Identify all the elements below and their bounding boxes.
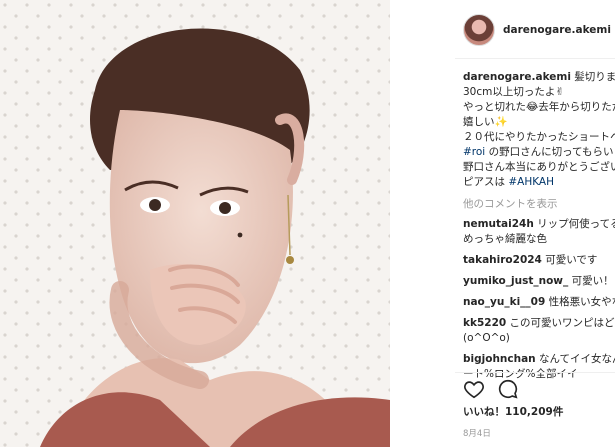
header-username[interactable]: darenogare.akemi (503, 23, 611, 38)
action-bar (463, 378, 519, 400)
comment-item: nemutai24h リップ何使ってる？ めっちゃ綺麗な色 (463, 217, 615, 247)
view-more-comments-link[interactable]: 他のコメントを表示 (463, 197, 558, 212)
divider (455, 372, 615, 373)
comment-text: なんてイイ女なんだ (539, 353, 615, 365)
divider (455, 58, 615, 59)
caption-username[interactable]: darenogare.akemi (463, 71, 571, 83)
comment-text-2: めっちゃ綺麗な色 (463, 233, 547, 245)
comment-text: この可愛いワンピはどこの？ (509, 317, 615, 329)
caption-line-4: 嬉しい✨ (463, 116, 508, 128)
post-details-panel: darenogare.akemi darenogare.akemi 髪切りました… (455, 0, 615, 447)
post-photo[interactable] (0, 0, 390, 447)
comment-icon[interactable] (497, 378, 519, 400)
avatar[interactable] (463, 14, 495, 46)
caption-line-8: ピアスは (463, 176, 505, 188)
comment-item: kk5220 この可愛いワンピはどこの？ (o^O^o) (463, 316, 615, 346)
comment-username[interactable]: kk5220 (463, 317, 506, 329)
likes-label: いいね！ (463, 406, 505, 418)
comment-username[interactable]: yumiko_just_now_ (463, 275, 568, 287)
caption-line-6: の野口さんに切ってもらいました (488, 146, 615, 158)
post-header: darenogare.akemi (463, 12, 611, 48)
heart-icon[interactable] (463, 378, 485, 400)
caption-line-5: ２０代にやりたかったショートヘア (463, 131, 615, 143)
hashtag-ahkah[interactable]: #AHKAH (508, 176, 554, 188)
comment-item: yumiko_just_now_ 可愛い！ (463, 274, 615, 289)
post-date: 8月4日 (463, 429, 491, 439)
comment-username[interactable]: nemutai24h (463, 218, 534, 230)
comment-username[interactable]: takahiro2024 (463, 254, 542, 266)
likes-count: 110,209件 (505, 406, 564, 418)
like-count[interactable]: いいね！110,209件 (463, 405, 563, 420)
caption-line-7: 野口さん本当にありがとうございました (463, 161, 615, 173)
caption-line-3: やっと切れた😂去年から切りたかった (463, 101, 615, 113)
caption-line-1: 髪切りました (574, 71, 615, 83)
photo-illustration (0, 0, 390, 447)
comment-item: takahiro2024 可愛いです (463, 253, 615, 268)
comment-text: 可愛い！ (571, 275, 614, 287)
caption: darenogare.akemi 髪切りました 30cm以上切ったよ✌ やっと切… (463, 70, 615, 190)
comment-text: 可愛いです (545, 254, 598, 266)
hashtag-roi[interactable]: #roi (463, 146, 485, 158)
comment-text-2: (o^O^o) (463, 332, 510, 344)
comment-list: nemutai24h リップ何使ってる？ めっちゃ綺麗な色 takahiro20… (463, 217, 615, 388)
comment-text: リップ何使ってる？ (537, 218, 615, 230)
comment-username[interactable]: bigjohnchan (463, 353, 536, 365)
comment-item: nao_yu_ki__09 性格悪い女やな (463, 295, 615, 310)
caption-line-2: 30cm以上切ったよ✌ (463, 86, 565, 98)
comment-text: 性格悪い女やな (548, 296, 615, 308)
comment-username[interactable]: nao_yu_ki__09 (463, 296, 545, 308)
